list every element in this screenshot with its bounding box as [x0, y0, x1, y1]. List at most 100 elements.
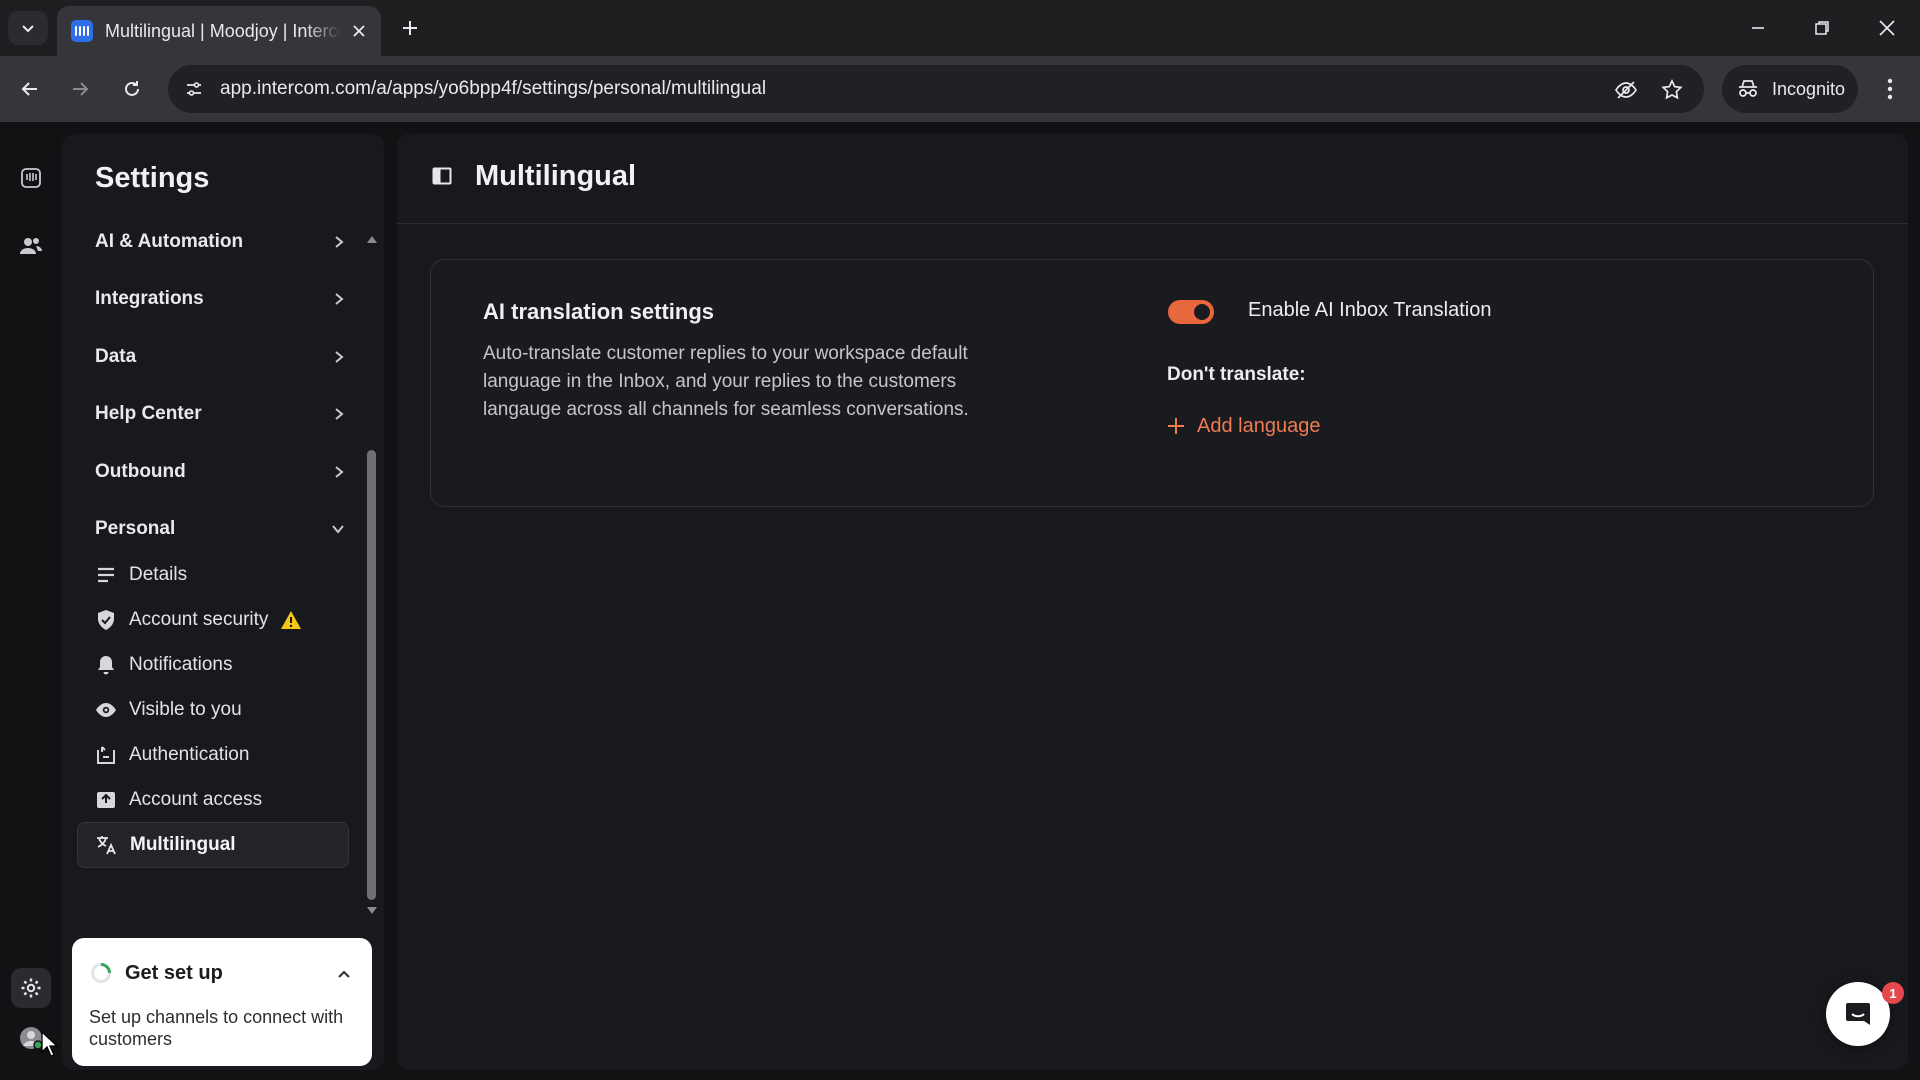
nav-section-personal[interactable]: Personal — [95, 509, 357, 549]
eye-off-icon[interactable] — [1613, 77, 1639, 103]
nav-section-label: AI & Automation — [95, 231, 244, 252]
settings-nav-button[interactable] — [11, 968, 51, 1008]
sidebar-item-label: Multilingual — [130, 834, 236, 855]
chevron-right-icon — [335, 351, 344, 363]
nav-section-help-center[interactable]: Help Center — [95, 394, 357, 434]
card-description: Auto-translate customer replies to your … — [483, 343, 969, 420]
nav-section-integrations[interactable]: Integrations — [95, 279, 357, 319]
nav-section-data[interactable]: Data — [95, 337, 357, 377]
sidebar-item-authentication[interactable]: Authentication — [95, 735, 361, 775]
incognito-button[interactable]: Incognito — [1722, 65, 1858, 113]
shield-check-icon — [95, 609, 117, 631]
address-bar[interactable]: app.intercom.com/a/apps/yo6bpp4f/setting… — [168, 65, 1704, 113]
notification-badge: 1 — [1882, 982, 1904, 1004]
intercom-logo-icon — [21, 168, 41, 188]
page-title: Multilingual — [475, 160, 637, 192]
back-button[interactable] — [14, 73, 46, 105]
enable-ai-translation-toggle[interactable] — [1168, 300, 1214, 324]
authentication-icon — [95, 744, 117, 766]
bell-icon — [95, 654, 117, 676]
plus-icon — [1168, 418, 1184, 434]
forward-button[interactable] — [64, 73, 96, 105]
bookmark-star-icon[interactable] — [1659, 77, 1685, 103]
sidebar-scrollbar[interactable] — [364, 230, 378, 920]
restore-icon — [1815, 21, 1829, 35]
minimize-window-button[interactable] — [1744, 14, 1772, 42]
eye-icon — [95, 699, 117, 721]
inbox-nav-button[interactable] — [11, 158, 51, 198]
messenger-launcher-button[interactable] — [1826, 982, 1890, 1046]
incognito-icon — [1739, 80, 1757, 97]
tab-title: Multilingual | Moodjoy | Intercom — [105, 20, 341, 41]
new-tab-button[interactable] — [396, 14, 424, 42]
url-text[interactable]: app.intercom.com/a/apps/yo6bpp4f/setting… — [220, 78, 766, 100]
add-language-button[interactable]: Add language — [1167, 412, 1320, 440]
scroll-down-arrow[interactable] — [367, 907, 377, 914]
chevron-right-icon — [335, 408, 344, 420]
reload-button[interactable] — [116, 73, 148, 105]
chevron-right-icon — [335, 466, 344, 478]
arrow-right-icon — [73, 82, 89, 96]
site-info-icon[interactable] — [182, 77, 206, 101]
nav-section-ai-automation[interactable]: AI & Automation — [95, 222, 357, 262]
contacts-nav-button[interactable] — [11, 226, 51, 266]
settings-sidebar: Settings AI & Automation Integrations Da… — [62, 134, 384, 1070]
chevron-right-icon — [335, 236, 344, 248]
minimize-icon — [1752, 27, 1764, 29]
nav-section-label: Outbound — [95, 461, 186, 482]
browser-tab-active[interactable]: Multilingual | Moodjoy | Intercom — [57, 6, 381, 56]
page-header: Multilingual — [397, 134, 1908, 224]
toggle-label: Enable AI Inbox Translation — [1248, 299, 1492, 321]
browser-tab-strip: Multilingual | Moodjoy | Intercom — [0, 0, 1920, 56]
chevron-down-icon — [22, 25, 34, 33]
mouse-cursor-icon — [41, 1030, 59, 1057]
progress-spinner-icon — [91, 963, 111, 983]
add-language-label: Add language — [1197, 414, 1321, 437]
sidebar-item-label: Details — [129, 564, 188, 585]
collapse-chevron-up-icon[interactable] — [334, 964, 354, 984]
settings-title: Settings — [95, 162, 210, 194]
get-set-up-text: Set up channels to connect with customer… — [89, 1007, 344, 1049]
browser-menu-button[interactable] — [1876, 73, 1904, 105]
get-set-up-card[interactable]: Get set up Set up channels to connect wi… — [72, 938, 372, 1066]
users-icon — [20, 238, 42, 254]
intercom-app: Settings AI & Automation Integrations Da… — [0, 122, 1920, 1080]
intercom-favicon-icon — [71, 20, 93, 42]
sidebar-item-label: Authentication — [129, 744, 250, 765]
restore-window-button[interactable] — [1808, 14, 1836, 42]
translate-icon — [96, 834, 118, 856]
gear-icon — [21, 978, 41, 998]
app-rail — [0, 122, 62, 1080]
sidebar-toggle-icon[interactable] — [431, 165, 453, 187]
sidebar-item-account-security[interactable]: Account security — [95, 600, 361, 640]
arrow-left-icon — [21, 82, 37, 96]
card-title: AI translation settings — [483, 299, 715, 324]
nav-section-label: Help Center — [95, 403, 202, 424]
sidebar-item-label: Visible to you — [129, 699, 242, 720]
details-icon — [95, 564, 117, 586]
scroll-up-arrow[interactable] — [367, 236, 377, 243]
reload-icon — [125, 81, 139, 96]
chevron-right-icon — [335, 293, 344, 305]
account-access-icon — [95, 789, 117, 811]
tab-close-icon[interactable] — [347, 19, 371, 43]
nav-section-outbound[interactable]: Outbound — [95, 452, 357, 492]
browser-toolbar: app.intercom.com/a/apps/yo6bpp4f/setting… — [0, 56, 1920, 122]
sidebar-item-label: Notifications — [129, 654, 233, 675]
tab-search-button[interactable] — [8, 11, 48, 45]
sidebar-item-multilingual[interactable]: Multilingual — [77, 822, 349, 868]
nav-section-label: Data — [95, 346, 137, 367]
sidebar-item-notifications[interactable]: Notifications — [95, 645, 361, 685]
get-set-up-title: Get set up — [125, 962, 223, 984]
close-window-button[interactable] — [1873, 14, 1901, 42]
kebab-menu-icon — [1887, 78, 1893, 100]
chevron-down-icon — [332, 525, 344, 534]
scroll-thumb[interactable] — [367, 450, 376, 900]
sidebar-item-account-access[interactable]: Account access — [95, 780, 361, 820]
sidebar-item-details[interactable]: Details — [95, 555, 361, 595]
main-content: Multilingual AI translation settings Aut… — [397, 134, 1908, 1070]
sidebar-item-visible-to-you[interactable]: Visible to you — [95, 690, 361, 730]
nav-section-label: Personal — [95, 518, 176, 539]
sidebar-item-label: Account access — [129, 789, 263, 810]
ai-translation-settings-card: AI translation settings Auto-translate c… — [430, 259, 1874, 507]
